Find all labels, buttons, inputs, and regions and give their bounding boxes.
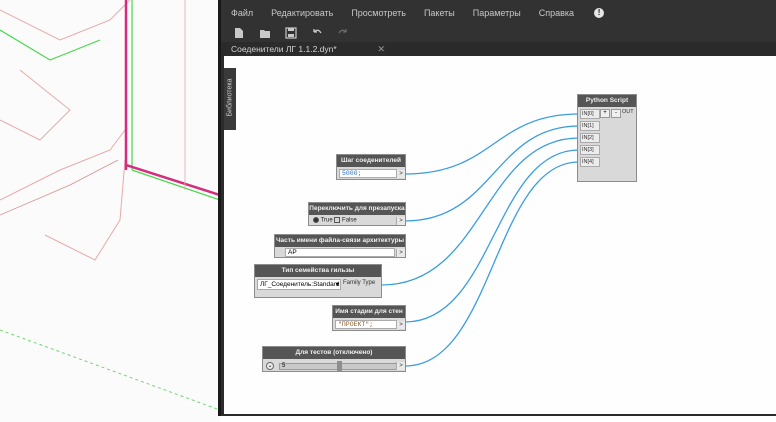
tab-graph-file[interactable]: Соеденители ЛГ 1.1.2.dyn* ✕ xyxy=(227,42,387,56)
info-icon[interactable]: ! xyxy=(594,8,605,18)
menu-help[interactable]: Справка xyxy=(539,8,574,18)
node-title: Часть имени файла-связи архитектуры xyxy=(275,235,405,247)
tab-close-icon[interactable]: ✕ xyxy=(377,42,385,56)
menu-bar: Файл Редактировать Просмотреть Пакеты Па… xyxy=(221,0,776,26)
add-input-button[interactable]: + xyxy=(600,109,610,118)
open-file-icon[interactable] xyxy=(259,27,271,39)
boolean-options: True False xyxy=(313,217,357,224)
output-port-out[interactable]: OUT xyxy=(622,109,634,115)
tab-bar: Соеденители ЛГ 1.1.2.dyn* ✕ xyxy=(221,42,776,56)
input-port-0[interactable]: IN[0] xyxy=(580,109,600,119)
menu-view[interactable]: Просмотреть xyxy=(351,8,406,18)
code-block-field[interactable]: 5000; xyxy=(339,169,397,178)
input-port-4[interactable]: IN[4] xyxy=(580,157,600,167)
true-label: True xyxy=(320,217,333,224)
wire-tests-to-in4 xyxy=(404,161,580,367)
undo-icon[interactable] xyxy=(311,27,323,39)
menu-edit[interactable]: Редактировать xyxy=(271,8,333,18)
node-restart-toggle[interactable]: Переключить для презапуска True False > xyxy=(308,202,406,226)
node-title: Переключить для презапуска xyxy=(309,203,405,215)
output-port[interactable]: > xyxy=(396,170,405,178)
menu-file[interactable]: Файл xyxy=(231,8,253,18)
family-type-dropdown[interactable]: ЛГ_Соеденитель:Standard ▾ xyxy=(257,279,341,290)
output-port[interactable]: > xyxy=(396,362,405,370)
wire-toggle-to-in1 xyxy=(404,125,580,222)
dynamo-window: Файл Редактировать Просмотреть Пакеты Па… xyxy=(218,0,776,416)
slider-thumb[interactable] xyxy=(337,361,342,372)
expander-icon[interactable]: ⌄ xyxy=(266,362,274,370)
node-python-script[interactable]: Python Script IN[0] IN[1] IN[2] IN[3] IN… xyxy=(577,94,637,182)
output-port[interactable]: > xyxy=(396,217,405,225)
output-port[interactable]: > xyxy=(396,321,405,329)
input-port-3[interactable]: IN[3] xyxy=(580,145,600,155)
true-radio[interactable] xyxy=(313,217,319,223)
chevron-down-icon: ▾ xyxy=(335,281,339,288)
tab-title: Соеденители ЛГ 1.1.2.dyn* xyxy=(231,44,337,54)
input-port-2[interactable]: IN[2] xyxy=(580,133,600,143)
node-title: Тип семейства гильзы xyxy=(255,265,381,277)
node-arch-link-name[interactable]: Часть имени файла-связи архитектуры АР > xyxy=(274,234,406,258)
node-wall-stage-name[interactable]: Имя стадии для стен "ПРОЕКТ"; > xyxy=(332,305,406,331)
string-field[interactable]: АР xyxy=(285,248,395,257)
menu-packages[interactable]: Пакеты xyxy=(424,8,455,18)
graph-canvas[interactable]: Библиотека Шаг соеденителей 5000; > Пере… xyxy=(224,56,776,414)
output-port[interactable]: > xyxy=(396,249,405,257)
cad-drawing-background xyxy=(0,0,220,422)
save-icon[interactable] xyxy=(285,27,297,39)
node-title: Для тестов (отключено) xyxy=(263,347,405,359)
node-sleeve-family-type[interactable]: Тип семейства гильзы ЛГ_Соеденитель:Stan… xyxy=(254,264,382,298)
wire-step-to-in0 xyxy=(404,113,580,175)
false-label: False xyxy=(342,217,357,224)
toolbar xyxy=(221,24,776,42)
menu-settings[interactable]: Параметры xyxy=(473,8,521,18)
dropdown-value: ЛГ_Соеденитель:Standard xyxy=(260,281,340,288)
node-tests-slider[interactable]: Для тестов (отключено) ⌄ 5 > xyxy=(262,346,406,372)
node-step-connectors[interactable]: Шаг соеденителей 5000; > xyxy=(336,154,406,180)
redo-icon[interactable] xyxy=(337,27,349,39)
false-checkbox[interactable] xyxy=(334,217,341,223)
remove-input-button[interactable]: - xyxy=(611,109,621,118)
input-port-1[interactable]: IN[1] xyxy=(580,121,600,131)
node-title: Имя стадии для стен xyxy=(333,306,405,318)
new-file-icon[interactable] xyxy=(233,27,245,39)
slider-value: 5 xyxy=(282,363,286,369)
output-port-family-type[interactable]: Family Type xyxy=(343,280,375,286)
code-block-field[interactable]: "ПРОЕКТ"; xyxy=(335,320,397,329)
cad-drawing xyxy=(0,0,220,411)
node-title: Шаг соеденителей xyxy=(337,155,405,167)
node-title: Python Script xyxy=(578,95,636,107)
wire-family-to-in2 xyxy=(381,137,580,286)
